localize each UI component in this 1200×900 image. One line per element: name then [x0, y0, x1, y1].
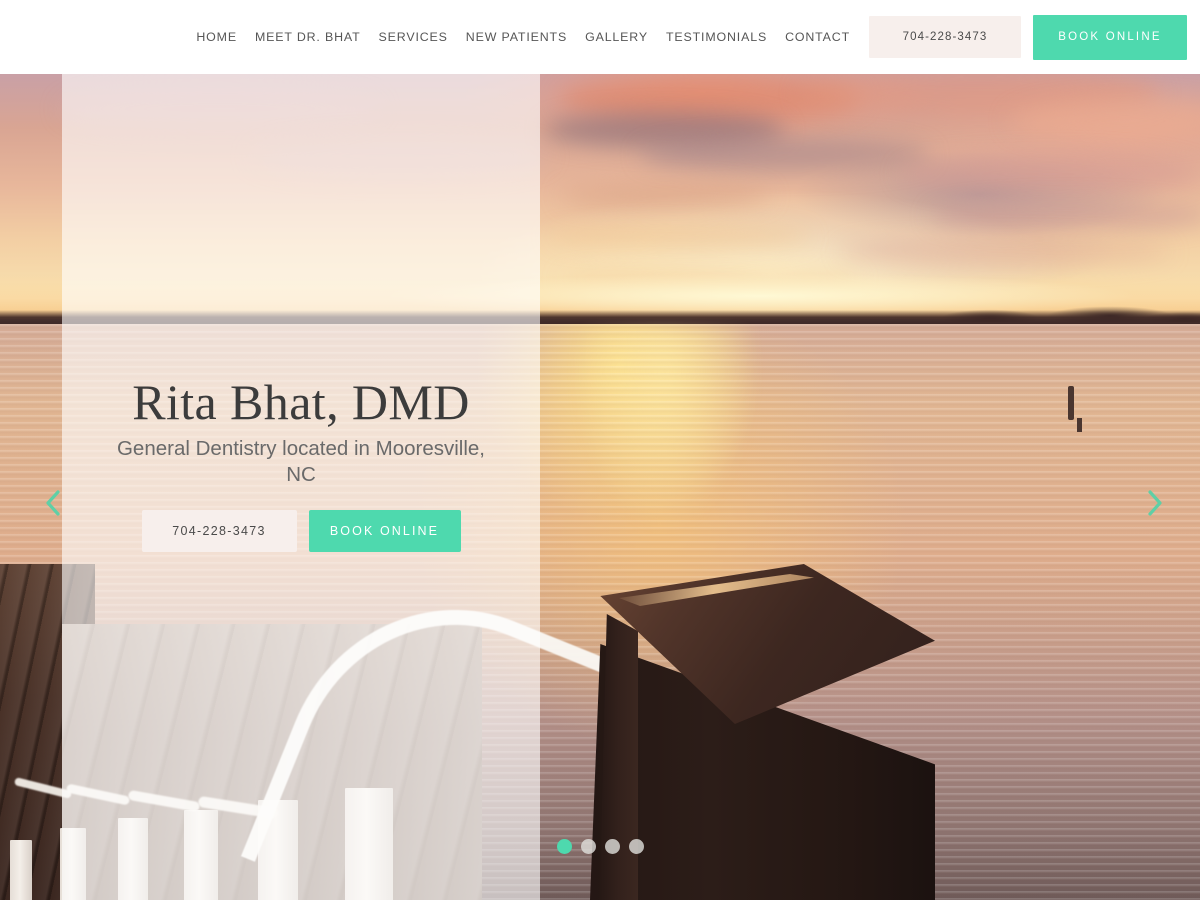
cloud-band — [640, 138, 930, 172]
header-actions: 704-228-3473 BOOK ONLINE — [869, 14, 1187, 60]
carousel-prev-button[interactable] — [36, 486, 70, 520]
carousel-dot-3[interactable] — [604, 839, 620, 854]
hero-content: Rita Bhat, DMD General Dentistry located… — [62, 74, 540, 900]
hero-title: Rita Bhat, DMD — [132, 374, 470, 430]
nav-item-contact[interactable]: CONTACT — [776, 24, 859, 50]
carousel-dot-1[interactable] — [556, 839, 572, 854]
distant-post-reflection — [1077, 418, 1082, 432]
nav-item-gallery[interactable]: GALLERY — [576, 24, 657, 50]
nav-item-services[interactable]: SERVICES — [370, 24, 457, 50]
hero-carousel: Rita Bhat, DMD General Dentistry located… — [0, 74, 1200, 900]
nav-item-new-patients[interactable]: NEW PATIENTS — [457, 24, 576, 50]
carousel-dot-4[interactable] — [628, 839, 644, 854]
nav-item-home[interactable]: HOME — [187, 24, 246, 50]
hero-phone-button[interactable]: 704-228-3473 — [141, 509, 297, 552]
nav-item-testimonials[interactable]: TESTIMONIALS — [657, 24, 776, 50]
chevron-left-icon — [44, 489, 62, 517]
cloud-band — [560, 184, 770, 208]
hero-cta-group: 704-228-3473 BOOK ONLINE — [141, 509, 461, 552]
chevron-right-icon — [1146, 489, 1164, 517]
cloud-band — [900, 154, 1200, 194]
cloud-band — [840, 239, 1170, 265]
site-header: HOME MEET DR. BHAT SERVICES NEW PATIENTS… — [0, 0, 1200, 74]
header-phone-button[interactable]: 704-228-3473 — [869, 16, 1021, 58]
cloud-band — [930, 202, 1200, 230]
header-book-online-button[interactable]: BOOK ONLINE — [1033, 14, 1187, 60]
distant-post — [1068, 386, 1074, 420]
carousel-dot-2[interactable] — [580, 839, 596, 854]
cloud-band — [550, 226, 810, 248]
nav-item-meet-dr-bhat[interactable]: MEET DR. BHAT — [246, 24, 370, 50]
carousel-next-button[interactable] — [1138, 486, 1172, 520]
carousel-dots — [0, 839, 1200, 854]
main-navigation: HOME MEET DR. BHAT SERVICES NEW PATIENTS… — [187, 24, 859, 50]
hero-book-online-button[interactable]: BOOK ONLINE — [308, 509, 461, 552]
hero-subtitle: General Dentistry located in Mooresville… — [116, 436, 486, 486]
